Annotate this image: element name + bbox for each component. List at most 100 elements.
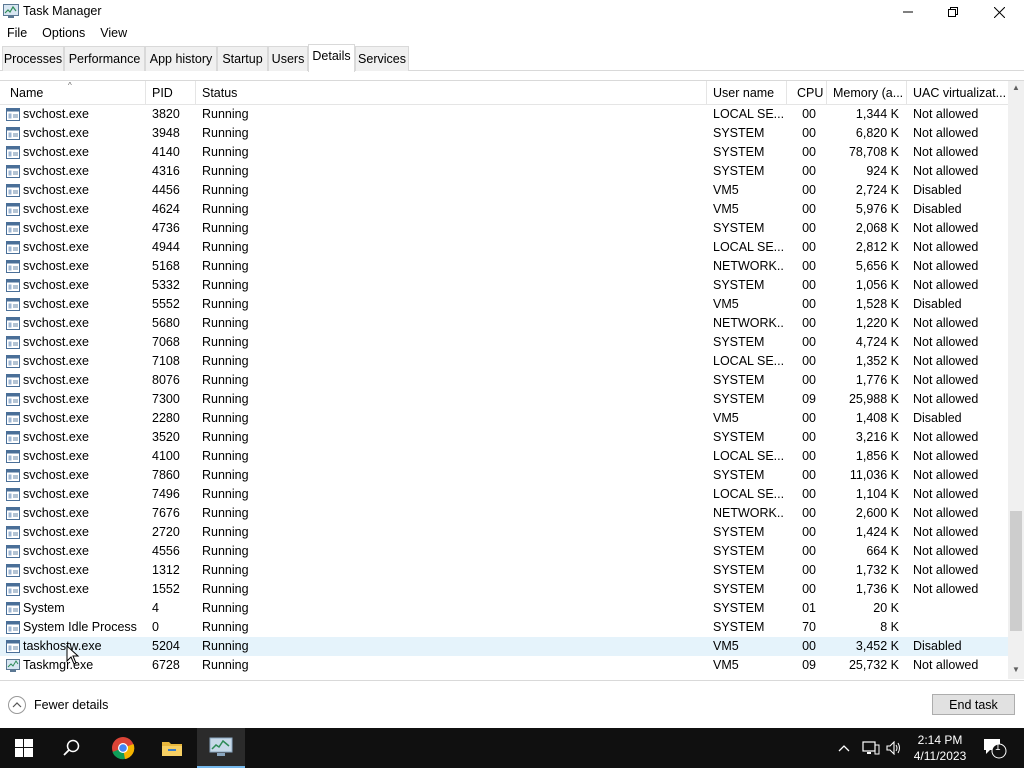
process-uac: Not allowed: [913, 145, 979, 159]
close-button[interactable]: [976, 0, 1022, 24]
process-uac: Not allowed: [913, 658, 979, 672]
taskbar-clock[interactable]: 2:14 PM 4/11/2023: [905, 732, 975, 764]
action-center-button[interactable]: 1: [982, 728, 1008, 768]
table-row[interactable]: svchost.exe 2720 Running SYSTEM 00 1,424 K Not…: [0, 523, 1008, 542]
vertical-scrollbar[interactable]: ▲ ▼: [1008, 81, 1024, 679]
menu-file[interactable]: File: [0, 24, 35, 43]
column-header-status[interactable]: Status: [196, 81, 707, 105]
scroll-down-icon[interactable]: ▼: [1012, 665, 1020, 674]
process-uac: Not allowed: [913, 506, 979, 520]
fewer-details-button[interactable]: Fewer details: [8, 696, 108, 714]
volume-tray[interactable]: [886, 728, 902, 768]
table-row[interactable]: svchost.exe 7300 Running SYSTEM 09 25,988 K No…: [0, 390, 1008, 409]
column-header-memory[interactable]: Memory (a...: [827, 81, 907, 105]
process-cpu: 00: [802, 240, 816, 254]
column-header-uac[interactable]: UAC virtualizat...: [907, 81, 1008, 105]
network-tray[interactable]: [862, 728, 880, 768]
scrollbar-thumb[interactable]: [1010, 511, 1022, 631]
restore-button[interactable]: [930, 0, 976, 24]
column-header-user-name[interactable]: User name: [707, 81, 787, 105]
tab-details[interactable]: Details: [308, 44, 355, 72]
search-button[interactable]: [48, 728, 96, 768]
process-status: Running: [202, 449, 249, 463]
tab-services[interactable]: Services: [355, 46, 409, 71]
process-status: Running: [202, 373, 249, 387]
table-row[interactable]: svchost.exe 7108 Running LOCAL SE... 00 1,352…: [0, 352, 1008, 371]
process-icon: [6, 545, 20, 558]
process-user: LOCAL SE...: [713, 240, 785, 254]
table-row[interactable]: svchost.exe 4736 Running SYSTEM 00 2,068 K Not…: [0, 219, 1008, 238]
menu-view[interactable]: View: [93, 24, 135, 43]
tab-startup[interactable]: Startup: [217, 46, 268, 71]
table-row[interactable]: svchost.exe 4140 Running SYSTEM 00 78,708 K No…: [0, 143, 1008, 162]
table-row[interactable]: taskhostw.exe 5204 Running VM5 00 3,452 K Disa…: [0, 637, 1008, 656]
table-row[interactable]: svchost.exe 4556 Running SYSTEM 00 664 K Not a…: [0, 542, 1008, 561]
start-button[interactable]: [0, 728, 48, 768]
process-name: svchost.exe: [23, 240, 90, 254]
process-user: SYSTEM: [713, 563, 765, 577]
table-row[interactable]: svchost.exe 3948 Running SYSTEM 00 6,820 K Not…: [0, 124, 1008, 143]
taskbar-task-manager[interactable]: [197, 728, 245, 768]
scroll-up-icon[interactable]: ▲: [1012, 83, 1020, 92]
table-row[interactable]: svchost.exe 5168 Running NETWORK... 00 5,656 …: [0, 257, 1008, 276]
table-row[interactable]: svchost.exe 3820 Running LOCAL SE... 00 1,344…: [0, 105, 1008, 124]
table-row[interactable]: svchost.exe 5332 Running SYSTEM 00 1,056 K Not…: [0, 276, 1008, 295]
process-cpu: 00: [802, 354, 816, 368]
tab-users[interactable]: Users: [268, 46, 308, 71]
table-row[interactable]: svchost.exe 4944 Running LOCAL SE... 00 2,812…: [0, 238, 1008, 257]
table-row[interactable]: svchost.exe 1312 Running SYSTEM 00 1,732 K Not…: [0, 561, 1008, 580]
column-header-name[interactable]: Name: [4, 81, 146, 105]
footer-bar: Fewer details End task: [0, 680, 1024, 728]
tab-processes[interactable]: Processes: [2, 46, 64, 71]
tab-app-history[interactable]: App history: [145, 46, 217, 71]
process-pid: 6728: [152, 658, 180, 672]
table-row[interactable]: svchost.exe 4624 Running VM5 00 5,976 K Disabl…: [0, 200, 1008, 219]
process-status: Running: [202, 164, 249, 178]
column-header-cpu[interactable]: CPU: [787, 81, 827, 105]
table-row[interactable]: svchost.exe 7676 Running NETWORK... 00 2,600 …: [0, 504, 1008, 523]
table-row[interactable]: svchost.exe 3520 Running SYSTEM 00 3,216 K Not…: [0, 428, 1008, 447]
table-row[interactable]: svchost.exe 4456 Running VM5 00 2,724 K Disabl…: [0, 181, 1008, 200]
table-row[interactable]: svchost.exe 7068 Running SYSTEM 00 4,724 K Not…: [0, 333, 1008, 352]
process-uac: Not allowed: [913, 221, 979, 235]
process-user: VM5: [713, 658, 739, 672]
process-user: NETWORK...: [713, 316, 785, 330]
process-uac: Disabled: [913, 297, 962, 311]
show-hidden-icons-button[interactable]: [838, 728, 850, 768]
column-header-pid[interactable]: PID: [146, 81, 196, 105]
process-user: LOCAL SE...: [713, 354, 785, 368]
process-name: System Idle Process: [23, 620, 137, 634]
process-cpu: 00: [802, 145, 816, 159]
process-icon: [6, 393, 20, 406]
process-uac: Not allowed: [913, 354, 979, 368]
process-status: Running: [202, 221, 249, 235]
table-row[interactable]: svchost.exe 5680 Running NETWORK... 00 1,220 …: [0, 314, 1008, 333]
table-row[interactable]: svchost.exe 2280 Running VM5 00 1,408 K Disabl…: [0, 409, 1008, 428]
table-row[interactable]: svchost.exe 7860 Running SYSTEM 00 11,036 K No…: [0, 466, 1008, 485]
process-user: SYSTEM: [713, 392, 765, 406]
tab-performance[interactable]: Performance: [64, 46, 145, 71]
process-uac: Not allowed: [913, 487, 979, 501]
taskbar-file-explorer[interactable]: [148, 728, 196, 768]
table-row[interactable]: svchost.exe 8076 Running SYSTEM 00 1,776 K Not…: [0, 371, 1008, 390]
process-icon: [6, 203, 20, 216]
process-icon: [6, 640, 20, 653]
table-row[interactable]: svchost.exe 1552 Running SYSTEM 00 1,736 K Not…: [0, 580, 1008, 599]
table-row[interactable]: System 4 Running SYSTEM 01 20 K: [0, 599, 1008, 618]
table-row[interactable]: svchost.exe 5552 Running VM5 00 1,528 K Disabl…: [0, 295, 1008, 314]
process-uac: Disabled: [913, 411, 962, 425]
process-pid: 5680: [152, 316, 180, 330]
process-pid: 4316: [152, 164, 180, 178]
table-row[interactable]: svchost.exe 7496 Running LOCAL SE... 00 1,104…: [0, 485, 1008, 504]
minimize-button[interactable]: [885, 0, 931, 24]
end-task-button[interactable]: End task: [932, 694, 1015, 715]
table-row[interactable]: Taskmgr.exe 6728 Running VM5 09 25,732 K Not a…: [0, 656, 1008, 675]
table-row[interactable]: svchost.exe 4100 Running LOCAL SE... 00 1,856…: [0, 447, 1008, 466]
process-icon: [6, 127, 20, 140]
menu-options[interactable]: Options: [35, 24, 93, 43]
table-row[interactable]: svchost.exe 4316 Running SYSTEM 00 924 K Not a…: [0, 162, 1008, 181]
process-status: Running: [202, 639, 249, 653]
taskbar-chrome[interactable]: [99, 728, 147, 768]
process-icon: [6, 279, 20, 292]
table-row[interactable]: System Idle Process 0 Running SYSTEM 70 8 K: [0, 618, 1008, 637]
